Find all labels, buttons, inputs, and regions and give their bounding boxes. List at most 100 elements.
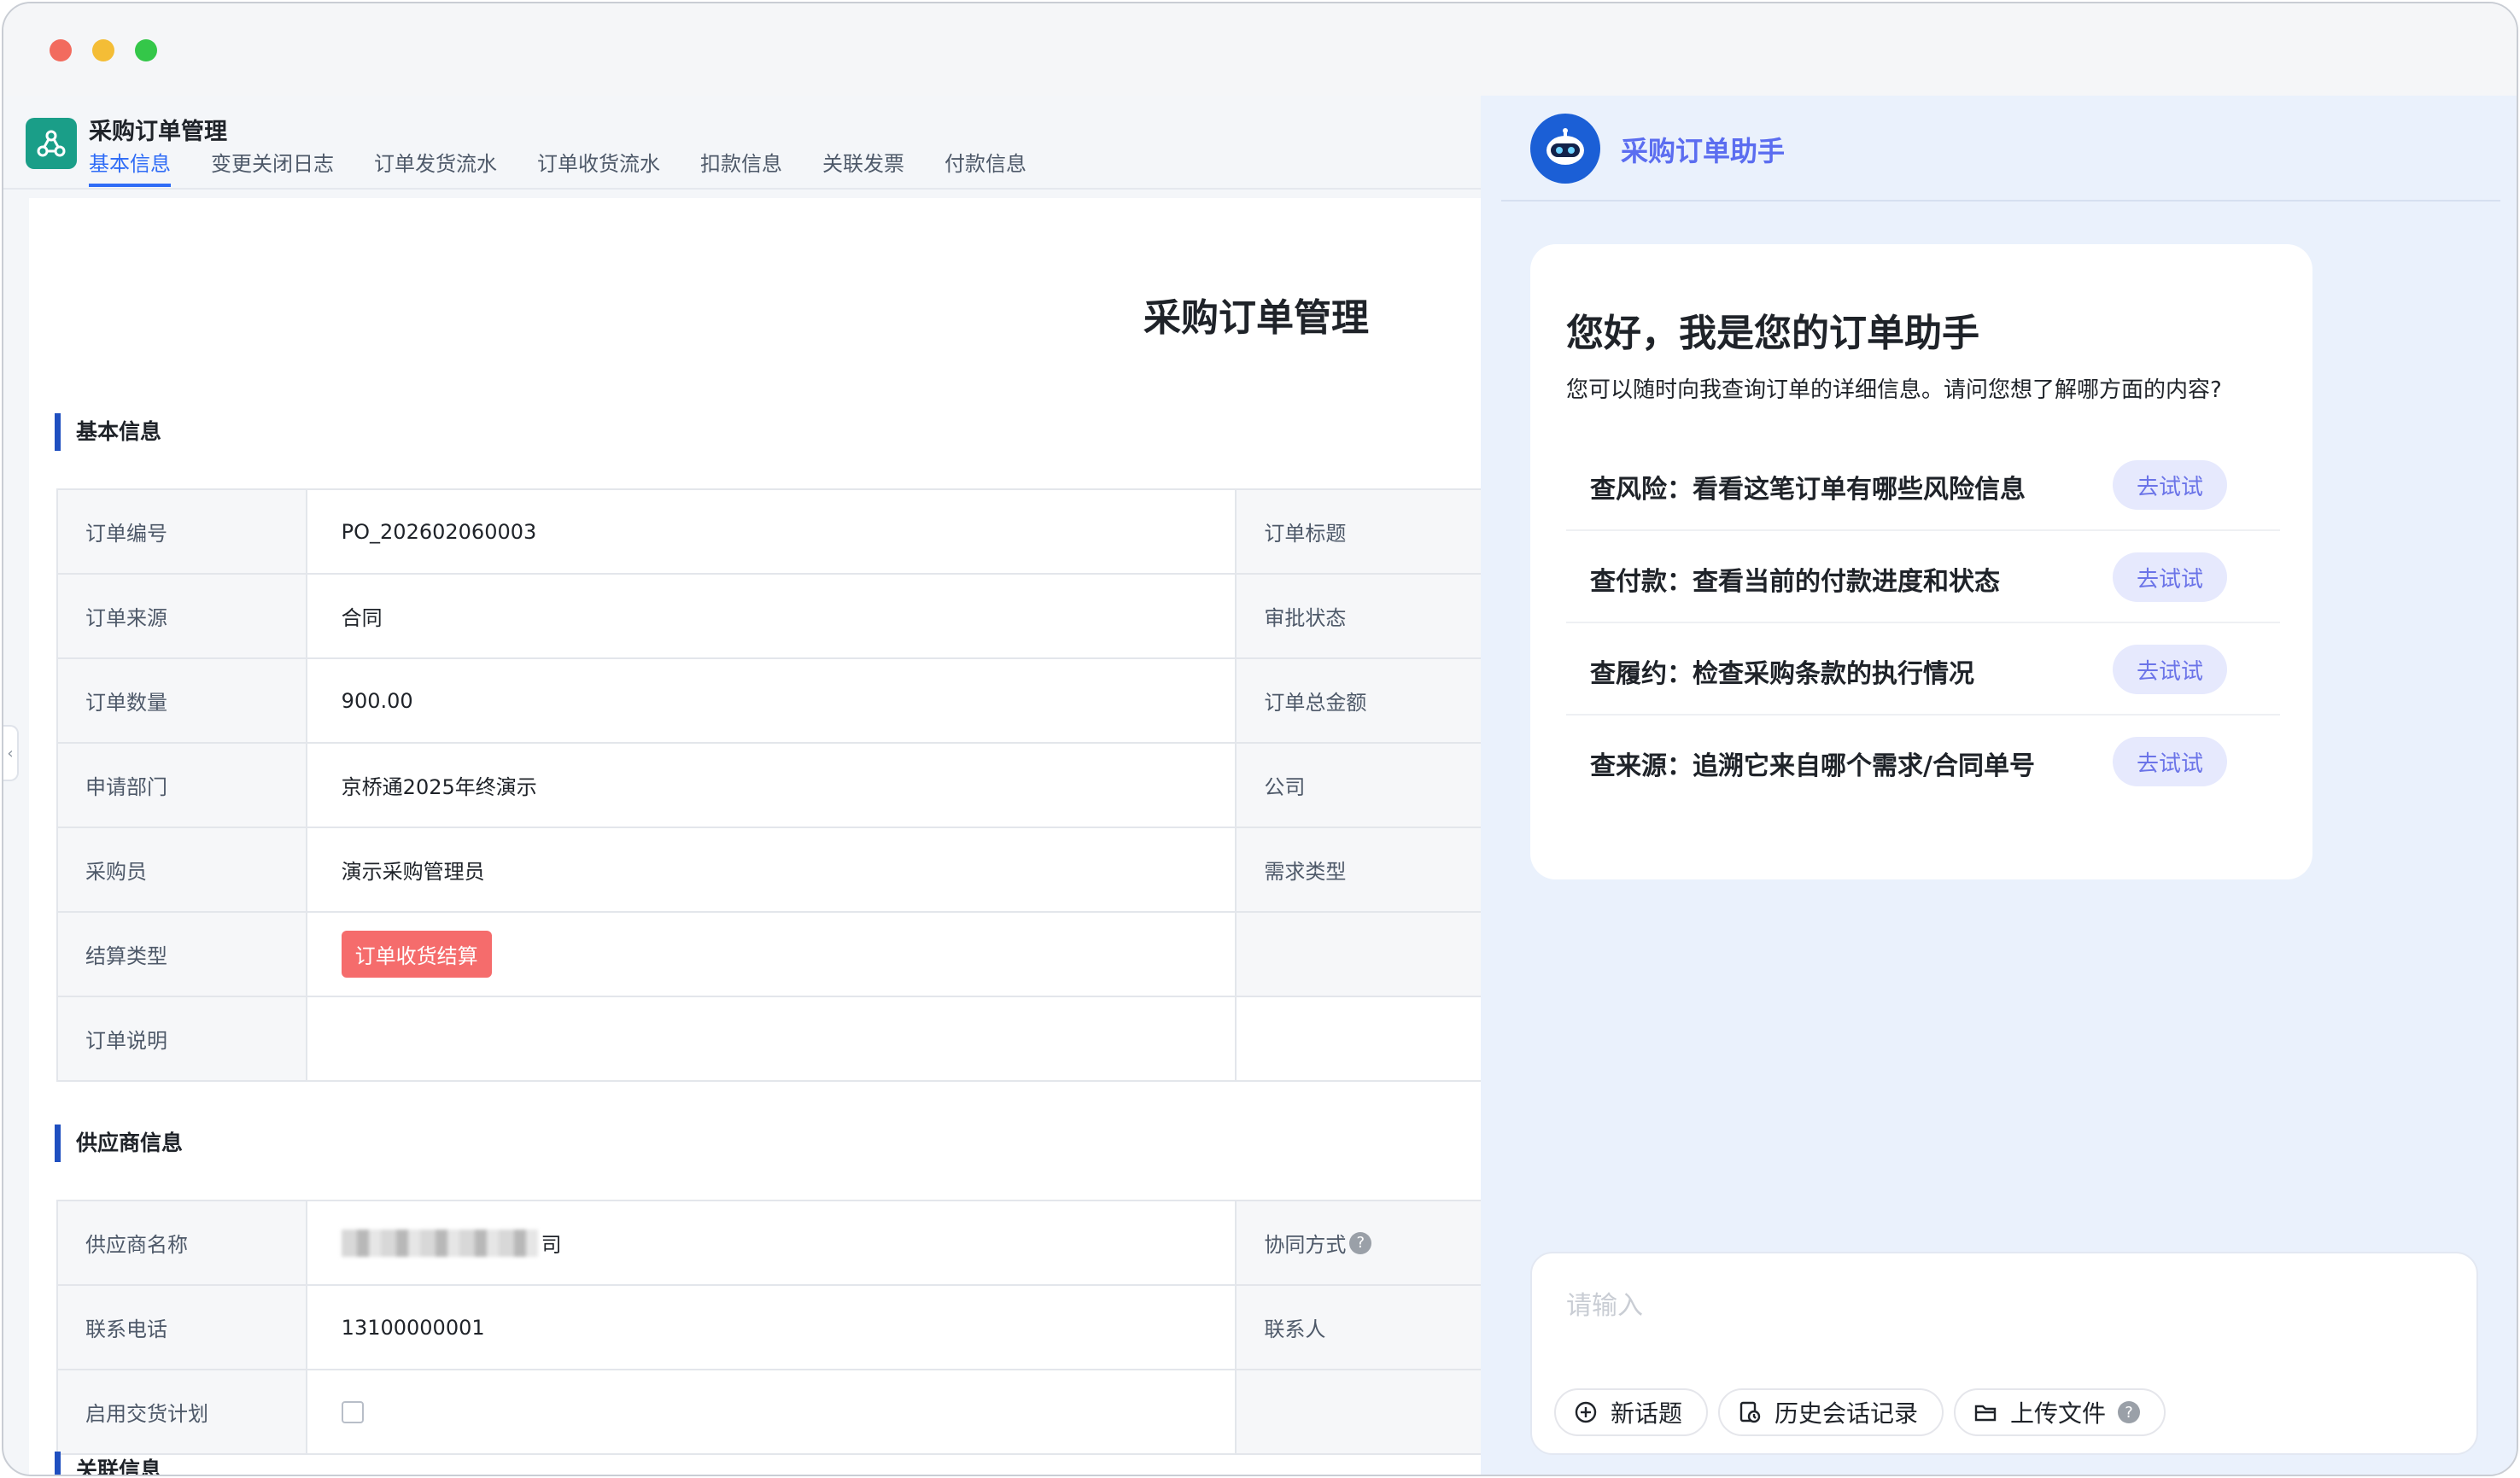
table-row: 订单来源 合同 审批状态 (58, 575, 1482, 659)
field-label: 协同方式 (1264, 1233, 1347, 1257)
supplier-name-suffix: 司 (541, 1233, 562, 1257)
assistant-header: 采购订单助手 (1501, 96, 2500, 202)
tab-change-close-log[interactable]: 变更关闭日志 (211, 147, 334, 187)
delivery-plan-cell (307, 1370, 1237, 1453)
delivery-plan-checkbox[interactable] (341, 1400, 364, 1423)
new-topic-button[interactable]: 新话题 (1554, 1388, 1709, 1436)
table-row: 启用交货计划 (58, 1370, 1482, 1455)
section-title-related: 关联信息 (55, 1452, 161, 1475)
empty-cell (1237, 913, 1482, 996)
tab-basic-info[interactable]: 基本信息 (89, 147, 171, 187)
maximize-window-button[interactable] (135, 39, 157, 61)
field-label: 公司 (1237, 744, 1482, 827)
field-label-with-help: 协同方式? (1237, 1201, 1482, 1284)
minimize-window-button[interactable] (92, 39, 114, 61)
suggestion-risk: 查风险：看看这笔订单有哪些风险信息 去试试 (1566, 439, 2280, 531)
suggestion-text: 查风险：看看这笔订单有哪些风险信息 (1590, 475, 2026, 505)
upload-file-label: 上传文件 (2010, 1399, 2107, 1428)
buyer-value: 演示采购管理员 (307, 828, 1237, 911)
tab-deduction-info[interactable]: 扣款信息 (700, 147, 782, 187)
suggestion-fulfillment: 查履约：检查采购条款的执行情况 去试试 (1566, 623, 2280, 716)
supplier-info-table: 供应商名称 司 协同方式? 联系电话 13100000001 联系人 启用交货计… (56, 1200, 1482, 1455)
try-button[interactable]: 去试试 (2113, 645, 2227, 694)
composer-toolbar: 新话题 历史会话记录 上传文件 ? (1554, 1388, 2176, 1436)
table-row: 联系电话 13100000001 联系人 (58, 1286, 1482, 1370)
table-row: 结算类型 订单收货结算 (58, 913, 1482, 997)
tab-payment-info[interactable]: 付款信息 (944, 147, 1026, 187)
app-logo-icon (26, 118, 77, 169)
tab-related-invoice[interactable]: 关联发票 (822, 147, 904, 187)
app-title: 采购订单管理 (89, 119, 227, 145)
order-number-value: PO_202602060003 (307, 490, 1237, 573)
help-icon[interactable]: ? (2118, 1401, 2141, 1423)
chat-input-placeholder[interactable]: 请输入 (1566, 1284, 1643, 1322)
greeting-subtext: 您可以随时向我查询订单的详细信息。请问您想了解哪方面的内容? (1566, 377, 2222, 403)
field-label: 结算类型 (58, 913, 307, 996)
suggestion-text: 查来源：追溯它来自哪个需求/合同单号 (1590, 751, 2035, 781)
table-row: 订单说明 (58, 997, 1482, 1082)
tab-shipment-flow[interactable]: 订单发货流水 (374, 147, 497, 187)
collapse-handle-chevron-left-icon[interactable]: ‹ (3, 725, 19, 781)
tab-bar: 基本信息 变更关闭日志 订单发货流水 订单收货流水 扣款信息 关联发票 付款信息 (89, 147, 1067, 187)
field-label: 订单数量 (58, 659, 307, 742)
redacted-text (341, 1229, 538, 1257)
main-content: 采购订单管理 基本信息 订单编号 PO_202602060003 订单标题 订单… (29, 198, 1482, 1475)
empty-cell (1237, 997, 1482, 1080)
settlement-type-tag: 订单收货结算 (341, 931, 492, 978)
chat-composer[interactable]: 请输入 新话题 历史会话记录 上传文件 ? (1530, 1252, 2478, 1455)
tab-receipt-flow[interactable]: 订单收货流水 (537, 147, 660, 187)
section-title-supplier: 供应商信息 (55, 1125, 183, 1162)
try-button[interactable]: 去试试 (2113, 552, 2227, 602)
new-topic-label: 新话题 (1611, 1399, 1683, 1428)
window-titlebar (3, 3, 2517, 96)
plus-circle-icon (1573, 1399, 1599, 1425)
table-row: 采购员 演示采购管理员 需求类型 (58, 828, 1482, 913)
folder-open-icon (1973, 1399, 1998, 1425)
field-label: 订单总金额 (1237, 659, 1482, 742)
section-title-basic: 基本信息 (55, 413, 161, 451)
suggestion-text: 查付款：查看当前的付款进度和状态 (1590, 567, 2000, 597)
supplier-name-value: 司 (307, 1201, 1237, 1284)
table-row: 订单数量 900.00 订单总金额 (58, 659, 1482, 744)
upload-file-button[interactable]: 上传文件 ? (1954, 1388, 2166, 1436)
field-label: 订单编号 (58, 490, 307, 573)
history-label: 历史会话记录 (1775, 1399, 1919, 1428)
field-label: 申请部门 (58, 744, 307, 827)
try-button[interactable]: 去试试 (2113, 737, 2227, 786)
phone-value: 13100000001 (307, 1286, 1237, 1369)
welcome-card: 您好，我是您的订单助手 您可以随时向我查询订单的详细信息。请问您想了解哪方面的内… (1530, 244, 2312, 879)
table-row: 申请部门 京桥通2025年终演示 公司 (58, 744, 1482, 828)
app-header: 采购订单管理 基本信息 变更关闭日志 订单发货流水 订单收货流水 扣款信息 关联… (3, 96, 1481, 190)
greeting-heading: 您好，我是您的订单助手 (1566, 312, 1979, 355)
app-window: 采购订单管理 基本信息 变更关闭日志 订单发货流水 订单收货流水 扣款信息 关联… (2, 2, 2518, 1476)
table-row: 供应商名称 司 协同方式? (58, 1201, 1482, 1286)
field-label: 供应商名称 (58, 1201, 307, 1284)
close-window-button[interactable] (50, 39, 72, 61)
department-value: 京桥通2025年终演示 (307, 744, 1237, 827)
order-description-value (307, 997, 1237, 1080)
field-label: 启用交货计划 (58, 1370, 307, 1453)
document-title: 采购订单管理 (1143, 296, 1369, 340)
settlement-type-cell: 订单收货结算 (307, 913, 1237, 996)
assistant-title: 采购订单助手 (1621, 135, 1786, 167)
empty-cell (1237, 1370, 1482, 1453)
help-icon[interactable]: ? (1349, 1231, 1372, 1254)
order-source-value: 合同 (307, 575, 1237, 657)
field-label: 采购员 (58, 828, 307, 911)
history-icon (1737, 1399, 1763, 1425)
robot-avatar-icon (1530, 114, 1600, 184)
field-label: 审批状态 (1237, 575, 1482, 657)
suggestion-list: 查风险：看看这笔订单有哪些风险信息 去试试 查付款：查看当前的付款进度和状态 去… (1566, 439, 2280, 808)
assistant-panel: 采购订单助手 您好，我是您的订单助手 您可以随时向我查询订单的详细信息。请问您想… (1481, 96, 2517, 1475)
field-label: 联系电话 (58, 1286, 307, 1369)
field-label: 订单来源 (58, 575, 307, 657)
field-label: 联系人 (1237, 1286, 1482, 1369)
try-button[interactable]: 去试试 (2113, 460, 2227, 510)
order-quantity-value: 900.00 (307, 659, 1237, 742)
history-button[interactable]: 历史会话记录 (1718, 1388, 1944, 1436)
suggestion-source: 查来源：追溯它来自哪个需求/合同单号 去试试 (1566, 716, 2280, 808)
field-label: 订单标题 (1237, 490, 1482, 573)
field-label: 需求类型 (1237, 828, 1482, 911)
basic-info-table: 订单编号 PO_202602060003 订单标题 订单来源 合同 审批状态 订… (56, 488, 1482, 1082)
suggestion-text: 查履约：检查采购条款的执行情况 (1590, 659, 1974, 689)
